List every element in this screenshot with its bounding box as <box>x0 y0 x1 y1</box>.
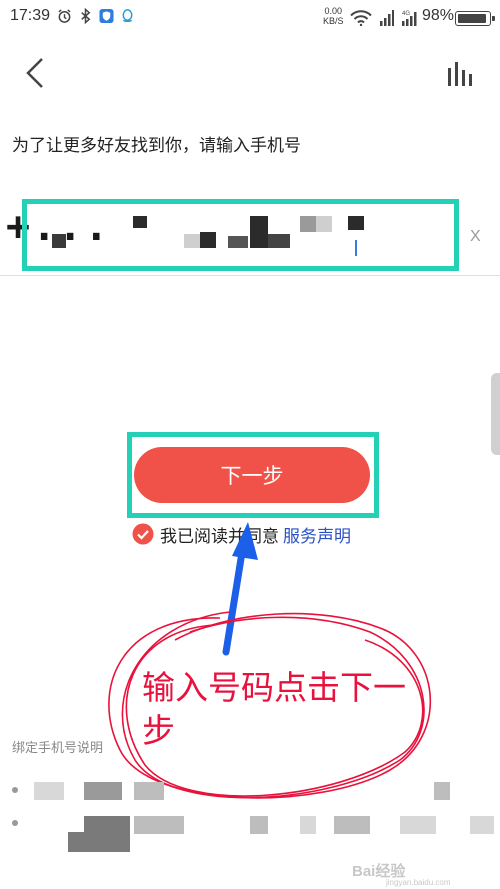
redaction-block <box>400 816 436 834</box>
redaction-block <box>300 816 316 834</box>
watermark-url: jingyan.baidu.com <box>386 878 451 887</box>
redaction-block <box>434 782 450 800</box>
redaction-block <box>68 832 130 852</box>
redaction-block <box>84 782 122 800</box>
bind-note-text: 绑定手机号说明 <box>12 741 104 756</box>
list-bullet <box>12 820 18 826</box>
redaction-block <box>34 782 64 800</box>
list-bullet <box>12 787 18 793</box>
redaction-block <box>470 816 494 834</box>
redaction-block <box>84 816 130 832</box>
redaction-block <box>250 816 268 834</box>
annotation-text: 输入号码点击下一步 <box>142 668 406 750</box>
redaction-block <box>134 782 164 800</box>
redaction-block <box>334 816 370 834</box>
arrow-head-icon <box>232 522 258 560</box>
redaction-block <box>134 816 184 834</box>
